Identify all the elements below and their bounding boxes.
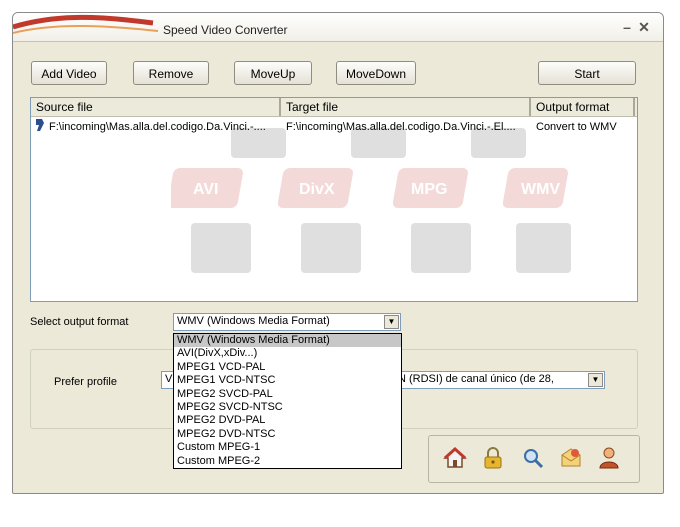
column-source-file[interactable]: Source file bbox=[31, 98, 281, 116]
brand-swoosh-icon bbox=[13, 14, 159, 34]
quick-icons-panel bbox=[428, 435, 640, 483]
output-format-label: Select output format bbox=[30, 316, 129, 328]
output-format-value: WMV (Windows Media Format) bbox=[177, 315, 330, 327]
mail-icon[interactable] bbox=[559, 446, 583, 470]
window-controls: – ✕ bbox=[619, 19, 653, 35]
start-button[interactable]: Start bbox=[538, 61, 636, 85]
remove-button[interactable]: Remove bbox=[133, 61, 209, 85]
file-list-header: Source file Target file Output format bbox=[31, 98, 637, 117]
format-watermark-icon: AVI DivX MPG WMV bbox=[171, 128, 571, 273]
app-window: Speed Video Converter – ✕ Add Video Remo… bbox=[12, 12, 664, 494]
file-list[interactable]: Source file Target file Output format AV… bbox=[30, 97, 638, 302]
dropdown-option[interactable]: MPEG2 DVD-PAL bbox=[174, 414, 401, 427]
dropdown-option[interactable]: MPEG2 SVCD-NTSC bbox=[174, 401, 401, 414]
dropdown-option[interactable]: MPEG2 SVCD-PAL bbox=[174, 388, 401, 401]
output-format-dropdown[interactable]: WMV (Windows Media Format) AVI(DivX,xDiv… bbox=[173, 333, 402, 469]
prefer-profile-label: Prefer profile bbox=[54, 376, 117, 388]
dropdown-option[interactable]: Custom MPEG-1 bbox=[174, 441, 401, 454]
video-file-icon bbox=[34, 118, 48, 138]
profile-value-prefix: V bbox=[165, 373, 173, 385]
search-icon[interactable] bbox=[521, 446, 545, 470]
close-icon[interactable]: ✕ bbox=[636, 19, 652, 35]
chevron-down-icon[interactable]: ▼ bbox=[588, 373, 603, 387]
dropdown-option[interactable]: Custom MPEG-2 bbox=[174, 455, 401, 468]
dropdown-option[interactable]: AVI(DivX,xDiv...) bbox=[174, 347, 401, 360]
window-title: Speed Video Converter bbox=[163, 23, 288, 37]
lock-icon[interactable] bbox=[481, 446, 505, 470]
dropdown-option[interactable]: MPEG1 VCD-NTSC bbox=[174, 374, 401, 387]
dropdown-option[interactable]: MPEG1 VCD-PAL bbox=[174, 361, 401, 374]
title-bar: Speed Video Converter – ✕ bbox=[13, 13, 663, 42]
column-output-format[interactable]: Output format bbox=[531, 98, 635, 116]
column-target-file[interactable]: Target file bbox=[281, 98, 531, 116]
watermark-wmv: WMV bbox=[521, 181, 560, 198]
profile-value-tail: N (RDSI) de canal único (de 28, bbox=[398, 373, 554, 385]
watermark-mpg: MPG bbox=[411, 181, 447, 198]
user-icon[interactable] bbox=[597, 446, 621, 470]
home-icon[interactable] bbox=[443, 446, 467, 470]
output-format-cell: Convert to WMV bbox=[536, 121, 617, 133]
minimize-icon[interactable]: – bbox=[619, 19, 635, 35]
table-row[interactable]: F:\incoming\Mas.alla.del.codigo.Da.Vinci… bbox=[31, 118, 635, 136]
dropdown-option[interactable]: MPEG2 DVD-NTSC bbox=[174, 428, 401, 441]
chevron-down-icon[interactable]: ▼ bbox=[384, 315, 399, 329]
add-video-button[interactable]: Add Video bbox=[31, 61, 107, 85]
move-up-button[interactable]: MoveUp bbox=[234, 61, 312, 85]
watermark-avi: AVI bbox=[193, 181, 218, 198]
source-file-cell: F:\incoming\Mas.alla.del.codigo.Da.Vinci… bbox=[49, 121, 266, 133]
move-down-button[interactable]: MoveDown bbox=[336, 61, 416, 85]
watermark-divx: DivX bbox=[299, 181, 335, 198]
dropdown-option[interactable]: WMV (Windows Media Format) bbox=[174, 334, 401, 348]
output-format-select[interactable]: WMV (Windows Media Format) ▼ bbox=[173, 313, 401, 331]
target-file-cell: F:\incoming\Mas.alla.del.codigo.Da.Vinci… bbox=[286, 121, 516, 133]
